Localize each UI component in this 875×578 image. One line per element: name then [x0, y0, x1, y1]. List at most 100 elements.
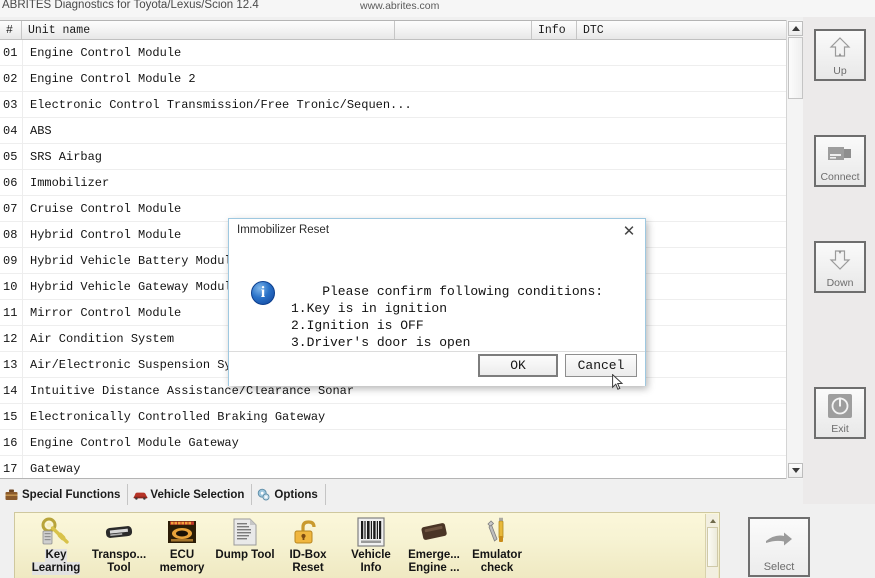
column-header-unit-name[interactable]: Unit name: [22, 21, 395, 39]
arrow-right-icon: [763, 519, 795, 561]
immobilizer-reset-dialog: Immobilizer Reset ✕ i Please confirm fol…: [228, 218, 646, 386]
row-unit-name: Engine Control Module: [30, 45, 182, 60]
table-row[interactable]: 04 ABS: [0, 118, 797, 144]
table-row[interactable]: 06 Immobilizer: [0, 170, 797, 196]
app-title: ABRITES Diagnostics for Toyota/Lexus/Sci…: [2, 0, 259, 11]
scroll-up-button[interactable]: [788, 21, 803, 36]
dialog-body: i Please confirm following conditions: 1…: [229, 243, 645, 352]
toolbar-item-tools[interactable]: Emulator check: [464, 517, 530, 577]
row-unit-name: Air/Electronic Suspension Sys: [30, 357, 239, 372]
row-unit-name: Cruise Control Module: [30, 201, 182, 216]
table-row[interactable]: 15 Electronically Controlled Braking Gate…: [0, 404, 797, 430]
select-button[interactable]: Select: [748, 517, 810, 577]
toolbar-item-key[interactable]: Key Learning: [23, 517, 89, 577]
table-row[interactable]: 16 Engine Control Module Gateway: [0, 430, 797, 456]
dump-file-icon: [228, 517, 262, 547]
row-index: 11: [3, 305, 18, 320]
gears-icon: [257, 488, 270, 501]
toolbar-item-label: Vehicle: [351, 549, 391, 561]
table-row[interactable]: 01 Engine Control Module: [0, 40, 797, 66]
scrollbar-thumb[interactable]: [788, 37, 803, 99]
sidebar-toolbar: Up Connect Down Exit: [803, 17, 875, 504]
row-unit-name: Immobilizer: [30, 175, 110, 190]
table-row[interactable]: 05 SRS Airbag: [0, 144, 797, 170]
row-index: 09: [3, 253, 18, 268]
ecu-memory-icon: [165, 517, 199, 547]
tab-bar: Special Functions Vehicle Selection Opti…: [0, 483, 803, 505]
application-window: ABRITES Diagnostics for Toyota/Lexus/Sci…: [0, 0, 875, 578]
tab-vehicle-selection[interactable]: Vehicle Selection: [128, 484, 253, 505]
sidebar-button-exit-label: Exit: [831, 423, 849, 435]
row-index: 06: [3, 175, 18, 190]
key-icon: [39, 517, 73, 547]
toolbar-item-chip[interactable]: Emerge... Engine ...: [401, 517, 467, 577]
toolbar-item-label: ID-Box: [289, 549, 327, 561]
table-row[interactable]: 03 Electronic Control Transmission/Free T…: [0, 92, 797, 118]
transponder-icon: [102, 517, 136, 547]
sidebar-button-down[interactable]: Down: [814, 241, 866, 293]
table-row[interactable]: 02 Engine Control Module 2: [0, 66, 797, 92]
website-label: www.abrites.com: [360, 0, 440, 12]
dialog-title-bar: Immobilizer Reset ✕: [229, 219, 645, 243]
sidebar-button-connect[interactable]: Connect: [814, 135, 866, 187]
sidebar-button-down-label: Down: [826, 277, 854, 289]
connector-icon: [816, 137, 864, 171]
row-index: 04: [3, 123, 18, 138]
row-unit-name: Mirror Control Module: [30, 305, 182, 320]
row-index: 10: [3, 279, 18, 294]
toolbar-item-label-2: Engine ...: [408, 562, 460, 574]
toolbar-item-ecu-memory[interactable]: ECU memory: [149, 517, 215, 577]
column-header-dtc[interactable]: DTC: [577, 21, 797, 39]
sidebar-button-up[interactable]: Up: [814, 29, 866, 81]
row-unit-name: ABS: [30, 123, 52, 138]
toolbar-item-transponder[interactable]: Transpo... Tool: [86, 517, 152, 577]
toolbar-item-label-2: Info: [360, 562, 382, 574]
toolbar-scrollbar[interactable]: [705, 514, 718, 578]
toolbar-scroll-up-button[interactable]: [707, 515, 718, 526]
toolbar-item-label: ECU: [169, 549, 195, 561]
tools-icon: [480, 517, 514, 547]
column-header-index[interactable]: #: [0, 21, 22, 39]
sidebar-button-up-label: Up: [833, 65, 847, 77]
power-icon: [816, 389, 864, 423]
unit-list-scrollbar[interactable]: [786, 20, 803, 479]
title-bar: ABRITES Diagnostics for Toyota/Lexus/Sci…: [0, 0, 875, 17]
row-index: 16: [3, 435, 18, 450]
toolbar-item-label: Key: [45, 549, 67, 562]
row-unit-name: Electronic Control Transmission/Free Tro…: [30, 97, 412, 112]
toolbar-item-label-2: memory: [159, 562, 205, 574]
row-unit-name: Engine Control Module 2: [30, 71, 196, 86]
chip-icon: [417, 517, 451, 547]
column-header-spacer[interactable]: [395, 21, 532, 39]
row-unit-name: Air Condition System: [30, 331, 175, 346]
padlock-open-icon: [291, 517, 325, 547]
table-row[interactable]: 17 Gateway: [0, 456, 797, 478]
tab-special-functions[interactable]: Special Functions: [0, 484, 129, 505]
row-index: 01: [3, 45, 18, 60]
cancel-button[interactable]: Cancel: [565, 354, 637, 377]
toolbar-item-barcode[interactable]: Vehicle Info: [338, 517, 404, 577]
barcode-icon: [354, 517, 388, 547]
toolbar-item-label: Emulator: [472, 549, 522, 561]
row-unit-name: Gateway: [30, 461, 81, 476]
toolbar-item-padlock-open[interactable]: ID-Box Reset: [275, 517, 341, 577]
toolbar-item-label: Dump Tool: [215, 549, 275, 561]
close-icon[interactable]: ✕: [619, 222, 639, 240]
chevron-up-icon: [709, 518, 716, 523]
tab-options[interactable]: Options: [252, 484, 326, 505]
row-index: 08: [3, 227, 18, 242]
scroll-down-button[interactable]: [788, 463, 803, 478]
toolbar-scrollbar-thumb[interactable]: [707, 527, 718, 567]
row-index: 14: [3, 383, 18, 398]
toolbox-icon: [5, 488, 18, 501]
ok-button[interactable]: OK: [478, 354, 558, 377]
column-header-info[interactable]: Info: [532, 21, 577, 39]
sidebar-button-exit[interactable]: Exit: [814, 387, 866, 439]
tab-vehicle-selection-label: Vehicle Selection: [150, 488, 245, 501]
toolbar-item-dump-file[interactable]: Dump Tool: [212, 517, 278, 577]
row-index: 02: [3, 71, 18, 86]
car-icon: [133, 488, 148, 501]
toolbar-item-label: Emerge...: [408, 549, 460, 561]
row-index: 13: [3, 357, 18, 372]
sidebar-button-connect-label: Connect: [820, 171, 860, 183]
